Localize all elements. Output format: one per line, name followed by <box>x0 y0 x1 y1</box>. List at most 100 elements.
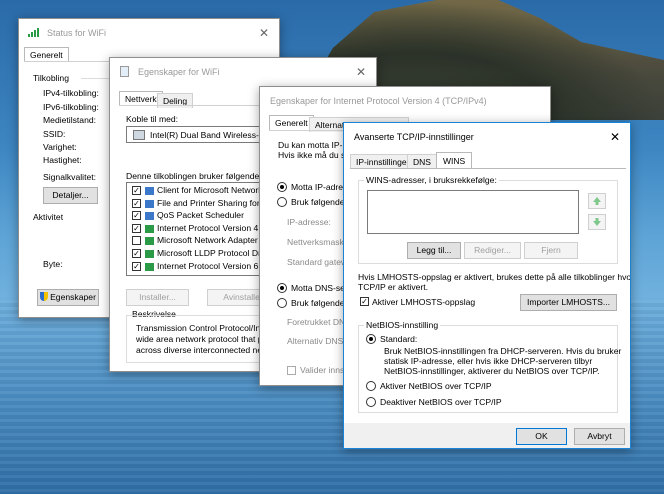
tab-general[interactable]: Generelt <box>269 115 314 130</box>
window-title: Egenskaper for Internet Protocol Version… <box>270 96 487 106</box>
item-checkbox[interactable]: ✓ <box>132 249 141 258</box>
properties-button[interactable]: Egenskaper <box>37 289 99 306</box>
titlebar: Avanserte TCP/IP-innstillinger ✕ <box>344 123 630 151</box>
add-button[interactable]: Legg til... <box>407 242 461 259</box>
bytes-label: Byte: <box>43 259 63 269</box>
ip-address-label: IP-adresse: <box>287 217 331 227</box>
component-label[interactable]: QoS Packet Scheduler <box>157 210 244 220</box>
component-icon <box>145 186 154 195</box>
netbios-enable-radio[interactable] <box>366 381 376 391</box>
tab-ip-settings[interactable]: IP-innstillinger <box>350 154 416 169</box>
advanced-tcpip-window: Avanserte TCP/IP-innstillinger ✕ IP-inns… <box>343 122 631 449</box>
section-connection: Tilkobling <box>33 73 69 83</box>
netbios-default-desc: NetBIOS-innstillinger, aktiverer du NetB… <box>384 366 600 376</box>
close-icon[interactable]: ✕ <box>259 26 269 40</box>
item-checkbox[interactable]: ✓ <box>132 224 141 233</box>
auto-dns-label: Motta DNS-ser <box>291 283 348 293</box>
ssid-label: SSID: <box>43 129 66 139</box>
preferred-dns-label: Foretrukket DNS <box>287 317 351 327</box>
ipv6-label: IPv6-tilkobling: <box>43 102 99 112</box>
wins-address-list[interactable] <box>367 190 579 234</box>
properties-label: Egenskaper <box>50 292 96 302</box>
titlebar: Status for WiFi ✕ <box>19 19 279 47</box>
enable-lmhosts-label: Aktiver LMHOSTS-oppslag <box>372 297 476 307</box>
import-lmhosts-button[interactable]: Importer LMHOSTS... <box>520 294 617 311</box>
adapter-icon <box>133 130 145 140</box>
remove-button[interactable]: Fjern <box>524 242 578 259</box>
window-title: Avanserte TCP/IP-innstillinger <box>354 132 474 142</box>
component-label[interactable]: Internet Protocol Version 4 (TC <box>157 223 275 233</box>
auto-dns-radio[interactable] <box>277 283 287 293</box>
gateway-label: Standard gatew <box>287 257 348 267</box>
network-adapter-icon <box>120 66 129 77</box>
install-button[interactable]: Installer... <box>126 289 189 306</box>
item-checkbox[interactable]: ✓ <box>132 211 141 220</box>
netbios-group-label: NetBIOS-innstilling <box>364 320 441 330</box>
component-label[interactable]: Microsoft LLDP Protocol Driver <box>157 248 275 258</box>
cancel-button[interactable]: Avbryt <box>574 428 625 445</box>
signal-icon <box>28 28 40 37</box>
component-icon <box>145 249 154 258</box>
netbios-disable-radio[interactable] <box>366 397 376 407</box>
connect-using-label: Koble til med: <box>126 114 179 124</box>
lmhosts-info: Hvis LMHOSTS-oppslag er aktivert, brukes… <box>358 272 631 282</box>
component-label[interactable]: Client for Microsoft Networks <box>157 185 267 195</box>
tab-dns[interactable]: DNS <box>407 154 437 169</box>
validate-checkbox[interactable] <box>287 366 296 375</box>
component-label[interactable]: Internet Protocol Version 6 (TC <box>157 261 275 271</box>
item-checkbox[interactable]: ✓ <box>132 186 141 195</box>
window-title: Egenskaper for WiFi <box>138 67 220 77</box>
validate-label: Valider innsti <box>300 365 349 375</box>
close-icon[interactable]: ✕ <box>356 65 366 79</box>
tab-general[interactable]: Generelt <box>24 47 69 62</box>
section-activity: Aktivitet <box>33 212 64 222</box>
tab-wins[interactable]: WINS <box>436 152 473 169</box>
netbios-enable-label: Aktiver NetBIOS over TCP/IP <box>380 381 492 391</box>
item-checkbox[interactable] <box>132 236 141 245</box>
enable-lmhosts-checkbox[interactable]: ✓ <box>360 297 369 306</box>
lmhosts-info: TCP/IP er aktivert. <box>358 282 429 292</box>
media-state-label: Medietilstand: <box>43 115 97 125</box>
alternate-dns-label: Alternativ DNS- <box>287 336 347 346</box>
item-checkbox[interactable]: ✓ <box>132 199 141 208</box>
component-icon <box>145 211 154 220</box>
ok-button[interactable]: OK <box>516 428 567 445</box>
ipv4-label: IPv4-tilkobling: <box>43 88 99 98</box>
netbios-default-radio[interactable] <box>366 334 376 344</box>
titlebar: Egenskaper for WiFi ✕ <box>110 58 376 86</box>
close-icon[interactable]: ✕ <box>610 130 620 144</box>
window-title: Status for WiFi <box>47 28 107 38</box>
description-line: across diverse interconnected networ <box>136 345 279 355</box>
auto-ip-label: Motta IP-adre <box>291 182 344 192</box>
duration-label: Varighet: <box>43 142 77 152</box>
edit-button[interactable]: Rediger... <box>464 242 521 259</box>
netbios-default-label: Standard: <box>380 334 418 344</box>
speed-label: Hastighet: <box>43 155 82 165</box>
netbios-default-desc: Bruk NetBIOS-innstillingen fra DHCP-serv… <box>384 346 622 356</box>
item-checkbox[interactable]: ✓ <box>132 262 141 271</box>
component-icon <box>145 262 154 271</box>
titlebar: Egenskaper for Internet Protocol Version… <box>260 87 550 115</box>
signal-quality-label: Signalkvalitet: <box>43 172 97 182</box>
arrow-up-icon <box>593 197 601 205</box>
move-down-button[interactable] <box>588 214 606 230</box>
auto-ip-radio[interactable] <box>277 182 287 192</box>
netbios-default-desc: statisk IP-adresse, eller hvis ikke DHCP… <box>384 356 593 366</box>
wins-group-label: WINS-adresser, i bruksrekkefølge: <box>364 175 499 185</box>
static-ip-radio[interactable] <box>277 197 287 207</box>
items-label: Denne tilkoblingen bruker følgende elem <box>126 171 281 181</box>
static-dns-label: Bruk følgende <box>291 298 345 308</box>
arrow-down-icon <box>593 218 601 226</box>
component-label[interactable]: Microsoft Network Adapter Mul <box>157 235 274 245</box>
subnet-mask-label: Nettverksmaske <box>287 237 349 247</box>
shield-icon <box>40 292 49 301</box>
details-button[interactable]: Detaljer... <box>43 187 98 204</box>
description-line: wide area network protocol that provi <box>136 334 277 344</box>
static-dns-radio[interactable] <box>277 298 287 308</box>
move-up-button[interactable] <box>588 193 606 209</box>
netbios-disable-label: Deaktiver NetBIOS over TCP/IP <box>380 397 502 407</box>
component-icon <box>145 224 154 233</box>
component-icon <box>145 199 154 208</box>
component-icon <box>145 236 154 245</box>
static-ip-label: Bruk følgende <box>291 197 345 207</box>
